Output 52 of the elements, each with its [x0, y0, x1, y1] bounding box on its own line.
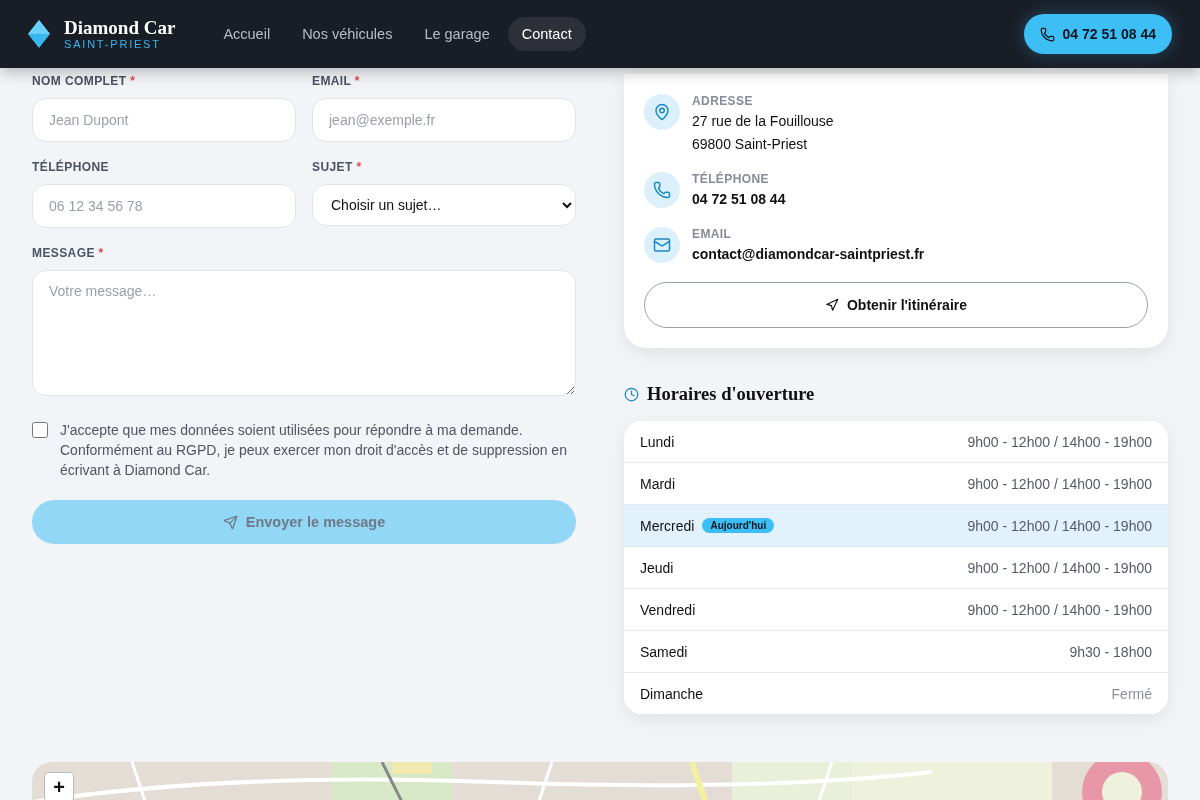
day-name: Mercredi [640, 517, 695, 534]
field-label: NOM COMPLET * [32, 74, 137, 88]
message-field[interactable]: Votre message… [32, 270, 576, 396]
day-name: Lundi [640, 433, 675, 450]
opening-hours: Fermé [1111, 685, 1152, 702]
zoom-in-button[interactable]: + [44, 772, 74, 800]
route-button[interactable]: Obtenir l'itinéraire [644, 282, 1148, 328]
consent-checkbox[interactable] [32, 422, 48, 438]
subject-select[interactable]: Choisir un sujet… [312, 184, 576, 226]
contact-value: 04 72 51 08 44 [692, 190, 786, 209]
nav-link[interactable]: Contact [507, 17, 586, 51]
opening-hours: 9h00 - 12h00 / 14h00 - 19h00 [967, 433, 1152, 450]
contact-label: TÉLÉPHONE [692, 172, 770, 186]
today-badge: Aujourd'hui [702, 518, 775, 533]
contact-value: 27 rue de la Fouillouse [692, 112, 834, 131]
diamond-icon [28, 20, 50, 48]
input-field[interactable]: 06 12 34 56 78 [32, 184, 296, 228]
contact-value: 69800 Saint-Priest [692, 135, 809, 154]
section-title: Horaires d'ouverture [647, 384, 815, 405]
map-pin-icon [653, 103, 671, 121]
nav-link[interactable]: Le garage [410, 17, 504, 51]
day-name: Dimanche [640, 685, 704, 702]
clock-icon [624, 387, 639, 402]
opening-hours: 9h00 - 12h00 / 14h00 - 19h00 [967, 517, 1152, 534]
opening-hours: 9h00 - 12h00 / 14h00 - 19h00 [967, 559, 1152, 576]
brand-name: Diamond Car [64, 17, 176, 39]
phone-button[interactable]: 04 72 51 08 44 [1023, 14, 1172, 54]
input-field[interactable]: Jean Dupont [32, 98, 296, 142]
day-name: Jeudi [640, 559, 674, 576]
field-label: TÉLÉPHONE [32, 160, 110, 174]
field-label: SUJET * [312, 160, 363, 174]
nav-link[interactable]: Accueil [209, 17, 285, 51]
phone-icon [653, 181, 671, 199]
opening-hours: 9h00 - 12h00 / 14h00 - 19h00 [967, 475, 1152, 492]
navigation-arrow-icon [825, 298, 839, 312]
brand-subtitle: SAINT-PRIEST [64, 38, 162, 51]
field-label: MESSAGE * [32, 246, 105, 260]
phone-icon [1039, 26, 1055, 42]
day-name: Mardi [640, 475, 675, 492]
day-name: Samedi [640, 643, 688, 660]
opening-hours: 9h30 - 18h00 [1069, 643, 1152, 660]
field-label: EMAIL * [312, 74, 361, 88]
contact-label: ADRESSE [692, 94, 754, 108]
opening-hours: 9h00 - 12h00 / 14h00 - 19h00 [967, 601, 1152, 618]
mail-icon [653, 236, 671, 254]
input-field[interactable]: jean@exemple.fr [312, 98, 576, 142]
day-name: Vendredi [640, 601, 696, 618]
send-icon [222, 514, 238, 530]
consent-text: J'accepte que mes données soient utilisées pour répondre à ma demande. Conformément au RGPD, je peux exercer mon droit d'accès et de suppression en écrivant à Diamond Car. [60, 421, 568, 480]
nav-link[interactable]: Nos véhicules [288, 17, 407, 51]
contact-label: EMAIL [692, 227, 733, 241]
contact-value: contact@diamondcar-saintpriest.fr [692, 245, 925, 264]
